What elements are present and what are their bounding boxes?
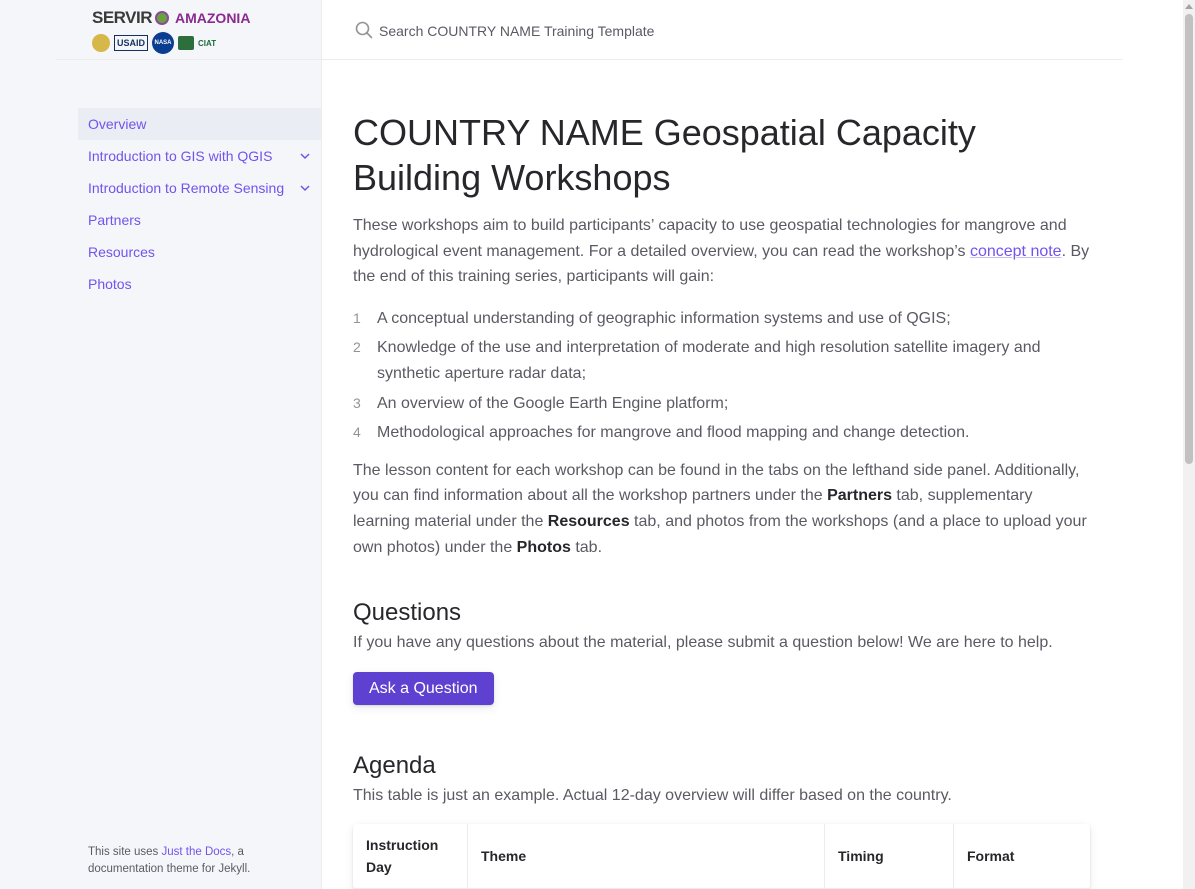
sig-logo-icon (92, 34, 110, 52)
partners-bold: Partners (827, 487, 892, 505)
nasa-logo: NASA (152, 32, 175, 54)
search-input[interactable] (377, 18, 1081, 44)
sidebar-item-overview[interactable]: Overview (78, 108, 321, 140)
globe-icon (155, 11, 169, 25)
questions-heading: Questions (353, 599, 462, 627)
chevron-down-icon[interactable] (299, 182, 311, 194)
sidebar-item-partners[interactable]: Partners (78, 204, 321, 236)
agenda-table: Instruction Day Theme Timing Format (353, 824, 1090, 889)
logo-area: SERVIR AMAZONIA USAID NASA CIAT (56, 0, 321, 60)
intro-paragraph: These workshops aim to build participant… (353, 213, 1093, 290)
main-content: COUNTRY NAME Geospatial Capacity Buildin… (353, 110, 1093, 889)
list-number: 2 (353, 339, 361, 356)
intro-text: These workshops aim to build participant… (353, 217, 1067, 260)
logo-servir-text: SERVIR (92, 8, 153, 27)
lesson-text: tab. (570, 538, 603, 556)
ask-question-button[interactable]: Ask a Question (353, 671, 494, 705)
goals-list: 1 A conceptual understanding of geographi… (353, 306, 1093, 446)
agenda-heading: Agenda (353, 751, 436, 779)
logo-amazonia-text: AMAZONIA (175, 10, 251, 26)
list-item-text: A conceptual understanding of geographic… (377, 309, 951, 327)
column-header-theme: Theme (467, 824, 825, 889)
concept-note-link[interactable]: concept note (970, 243, 1062, 260)
list-item: 4 Methodological approaches for mangrove … (353, 420, 1093, 446)
sidebar-item-label: Photos (88, 276, 132, 292)
sidebar-item-label: Introduction to Remote Sensing (88, 180, 285, 196)
resources-bold: Resources (547, 512, 630, 530)
list-item: 1 A conceptual understanding of geographi… (353, 306, 1093, 332)
agenda-text: This table is just an example. Actual 12… (353, 786, 952, 804)
footer-prefix: This site uses (88, 846, 162, 858)
list-number: 3 (353, 394, 361, 411)
table-header-row: Instruction Day Theme Timing Format (353, 824, 1090, 889)
sidebar-item-label: Introduction to GIS with QGIS (88, 148, 273, 164)
sidebar-item-intro-gis[interactable]: Introduction to GIS with QGIS (78, 140, 321, 172)
list-item: 3 An overview of the Google Earth Engine … (353, 391, 1093, 417)
sidebar-item-label: Overview (88, 116, 147, 132)
site-logo[interactable]: SERVIR AMAZONIA USAID NASA CIAT (92, 8, 252, 54)
photos-bold: Photos (516, 538, 571, 556)
scrollbar-thumb[interactable] (1185, 14, 1193, 464)
list-item: 2 Knowledge of the use and interpretation… (353, 335, 1093, 386)
page-title: COUNTRY NAME Geospatial Capacity Buildin… (353, 112, 976, 198)
list-item-text: Methodological approaches for mangrove a… (377, 424, 970, 442)
ciat-logo: CIAT (198, 38, 217, 48)
sidebar: SERVIR AMAZONIA USAID NASA CIAT Overview… (0, 0, 322, 889)
lesson-paragraph: The lesson content for each workshop can… (353, 458, 1093, 560)
sidebar-footer: This site uses Just the Docs, a document… (88, 844, 288, 878)
column-header-timing: Timing (824, 824, 954, 889)
column-header-instruction-day: Instruction Day (353, 824, 468, 889)
sidebar-item-photos[interactable]: Photos (78, 268, 321, 300)
search-icon (355, 21, 373, 39)
scrollbar[interactable] (1183, 0, 1195, 889)
column-header-format: Format (953, 824, 1090, 889)
list-number: 1 (353, 309, 361, 326)
sidebar-item-label: Partners (88, 212, 141, 228)
sidebar-item-label: Resources (88, 244, 155, 260)
just-the-docs-link[interactable]: Just the Docs (162, 846, 232, 858)
list-item-text: An overview of the Google Earth Engine p… (377, 394, 729, 412)
search-bar (322, 0, 1122, 60)
sidebar-nav: Overview Introduction to GIS with QGIS I… (78, 108, 321, 300)
chevron-down-icon[interactable] (299, 150, 311, 162)
scroll-up-arrow-icon[interactable] (1185, 4, 1193, 9)
usaid-logo: USAID (114, 35, 149, 51)
sidebar-item-resources[interactable]: Resources (78, 236, 321, 268)
list-item-text: Knowledge of the use and interpretation … (377, 339, 1041, 382)
sidebar-item-intro-remote-sensing[interactable]: Introduction to Remote Sensing (78, 172, 321, 204)
partner-logos: USAID NASA CIAT (92, 32, 216, 54)
list-number: 4 (353, 424, 361, 441)
questions-text: If you have any questions about the mate… (353, 634, 1053, 652)
docs-logo-icon (178, 36, 195, 50)
